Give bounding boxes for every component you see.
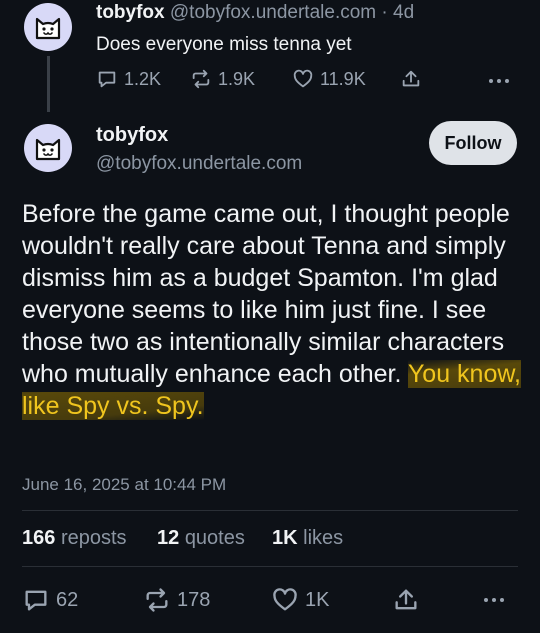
reply-reply-button[interactable]: 1.2K <box>96 68 161 90</box>
reposts-count: 178 <box>177 588 211 611</box>
reply-more-button[interactable] <box>489 79 509 83</box>
avatar[interactable] <box>24 3 72 51</box>
reply-share-button[interactable] <box>400 68 422 90</box>
reposts-stat-count: 166 <box>22 527 56 549</box>
reply-icon <box>25 590 47 611</box>
main-display-name[interactable]: tobyfox <box>96 124 168 147</box>
reply-likes-count: 11.9K <box>320 68 366 89</box>
cat-avatar-icon <box>35 17 61 40</box>
main-handle[interactable]: @tobyfox.undertale.com <box>96 153 302 175</box>
heart-icon <box>293 69 313 88</box>
post-timestamp[interactable]: June 16, 2025 at 10:44 PM <box>22 475 226 495</box>
like-button[interactable]: 1K <box>271 586 329 614</box>
reply-like-button[interactable]: 11.9K <box>292 68 366 90</box>
cat-avatar-icon <box>35 138 61 161</box>
share-button[interactable] <box>392 586 420 614</box>
reply-replies-count: 1.2K <box>124 68 162 89</box>
divider <box>22 566 518 567</box>
repost-icon <box>192 69 210 89</box>
likes-stat-label: likes <box>303 527 344 549</box>
reply-time[interactable]: 4d <box>393 2 414 23</box>
quotes-stat[interactable]: 12 quotes <box>157 527 245 550</box>
heart-icon <box>273 588 297 611</box>
reply-reposts-count: 1.9K <box>218 68 256 89</box>
reply-button[interactable]: 62 <box>22 586 78 614</box>
likes-stat[interactable]: 1K likes <box>272 527 343 550</box>
avatar[interactable] <box>24 124 72 172</box>
quotes-stat-label: quotes <box>184 527 245 549</box>
more-icon <box>489 79 509 83</box>
reply-handle[interactable]: @tobyfox.undertale.com <box>170 2 376 23</box>
repost-icon <box>146 588 168 612</box>
reposts-stat[interactable]: 166 reposts <box>22 527 127 550</box>
reply-separator: · <box>381 2 388 23</box>
replies-count: 62 <box>56 588 79 611</box>
reposts-stat-label: reposts <box>60 527 127 549</box>
more-icon <box>484 598 504 602</box>
follow-button[interactable]: Follow <box>429 121 517 165</box>
likes-stat-count: 1K <box>272 527 298 549</box>
quotes-stat-count: 12 <box>157 527 180 549</box>
reply-display-name[interactable]: tobyfox <box>96 2 165 23</box>
likes-count: 1K <box>305 588 330 611</box>
reply-post-text: Does everyone miss tenna yet <box>96 34 352 55</box>
reply-repost-button[interactable]: 1.9K <box>190 68 255 90</box>
repost-button[interactable]: 178 <box>143 586 210 614</box>
more-button[interactable] <box>484 598 504 602</box>
share-icon <box>395 589 417 610</box>
reply-post-header: tobyfox @tobyfox.undertale.com · 4d <box>96 2 414 24</box>
post-body: Before the game came out, I thought peop… <box>22 198 522 422</box>
divider <box>22 510 518 511</box>
share-icon <box>402 70 420 87</box>
reply-icon <box>98 71 116 88</box>
thread-line <box>47 56 50 112</box>
